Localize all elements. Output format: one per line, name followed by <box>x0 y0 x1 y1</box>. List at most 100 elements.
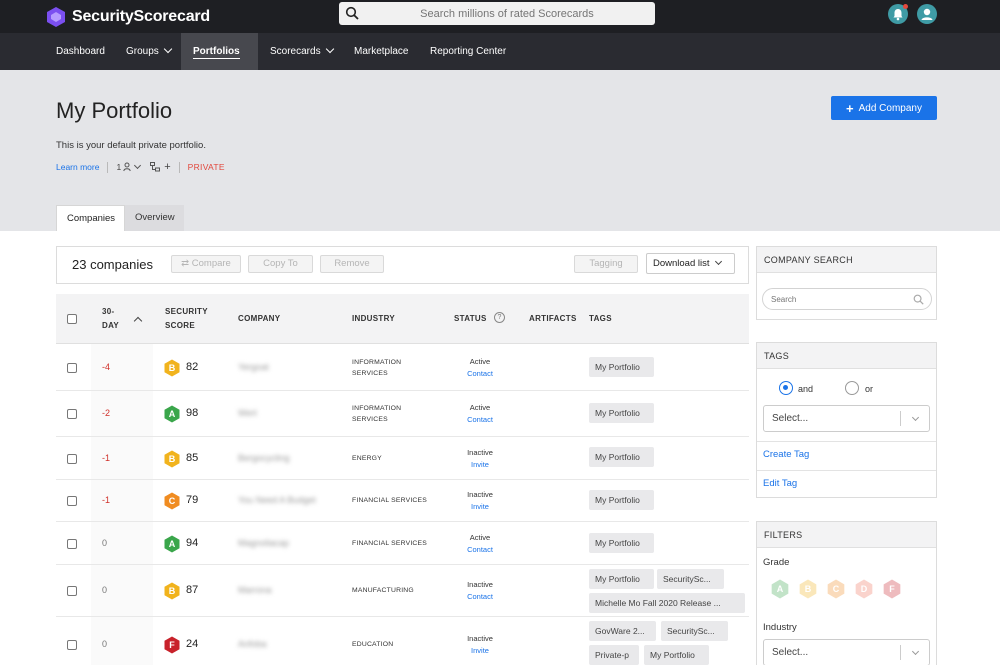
security-score: 85 <box>186 452 199 464</box>
tags-select[interactable]: Select... <box>763 405 930 432</box>
company-name-link[interactable]: You Need A Budget <box>238 495 316 505</box>
header-company[interactable]: COMPANY <box>238 314 280 323</box>
tag-chip[interactable]: My Portfolio <box>589 447 654 467</box>
grade-filter-b[interactable]: B <box>798 579 818 599</box>
sort-ascending-icon[interactable] <box>133 316 143 326</box>
nav-marketplace-label: Marketplace <box>354 46 409 57</box>
header-score-line2[interactable]: SCORE <box>165 321 195 330</box>
tagging-button[interactable]: Tagging <box>574 255 638 273</box>
notification-dot <box>903 4 908 9</box>
tag-chip[interactable]: My Portfolio <box>589 490 654 510</box>
company-search-box[interactable] <box>762 288 932 310</box>
members-dropdown[interactable]: 1 <box>116 161 142 172</box>
tag-chip[interactable]: Private-p <box>589 645 639 665</box>
table-row[interactable]: 0 A 94 Magnoliacap FINANCIAL SERVICES Active C… <box>56 522 749 565</box>
learn-more-link[interactable]: Learn more <box>56 162 99 172</box>
add-company-button[interactable]: + Add Company <box>831 96 937 120</box>
tag-chip[interactable]: Michelle Mo Fall 2020 Release ... <box>589 593 745 613</box>
company-name-link[interactable]: Bergocycling <box>238 453 290 463</box>
status-action-link[interactable]: Contact <box>454 368 506 380</box>
tag-chip[interactable]: My Portfolio <box>589 357 654 377</box>
header-day-line1[interactable]: 30- <box>102 307 114 316</box>
nav-marketplace[interactable]: Marketplace <box>342 33 420 70</box>
grade-letter: D <box>860 584 868 594</box>
notifications-button[interactable] <box>888 4 908 24</box>
chevron-down-icon <box>911 647 920 656</box>
row-checkbox[interactable] <box>67 409 77 419</box>
nav-scorecards-label: Scorecards <box>270 46 321 57</box>
company-search-input[interactable] <box>771 289 911 309</box>
user-menu-button[interactable] <box>917 4 937 24</box>
tag-chip[interactable]: My Portfolio <box>589 533 654 553</box>
row-checkbox[interactable] <box>67 640 77 650</box>
header-status[interactable]: STATUS <box>454 314 487 323</box>
nav-groups[interactable]: Groups <box>114 33 183 70</box>
brand-logo[interactable]: SecurityScorecard <box>46 6 210 28</box>
tag-chip[interactable]: SecuritySc... <box>657 569 724 589</box>
table-row[interactable]: -1 B 85 Bergocycling ENERGY Inactive Invite My … <box>56 437 749 480</box>
row-checkbox[interactable] <box>67 496 77 506</box>
tags-and-radio[interactable] <box>779 381 793 395</box>
create-tag-link[interactable]: Create Tag <box>763 449 809 460</box>
tag-chip[interactable]: GovWare 2... <box>589 621 656 641</box>
nav-portfolios[interactable]: Portfolios <box>181 33 258 91</box>
status-text: Active <box>469 403 491 412</box>
nav-reporting-center[interactable]: Reporting Center <box>418 33 518 70</box>
tags-and-label: and <box>798 384 814 394</box>
company-name-link[interactable]: Yergoat <box>238 362 269 372</box>
industry-select[interactable]: Select... <box>763 639 930 665</box>
remove-button[interactable]: Remove <box>320 255 384 273</box>
table-row[interactable]: -2 A 98 Wert INFORMATION SERVICES Active Contac… <box>56 391 749 437</box>
score-change: 0 <box>102 639 108 649</box>
nav-scorecards[interactable]: Scorecards <box>258 33 345 70</box>
grade-filter-a[interactable]: A <box>770 579 790 599</box>
company-name-link[interactable]: Marrona <box>238 585 272 595</box>
status-action-link[interactable]: Invite <box>454 501 506 513</box>
company-name-link[interactable]: Magnoliacap <box>238 538 289 548</box>
download-list-button[interactable]: Download list <box>646 253 735 274</box>
grade-badge: B <box>164 450 180 468</box>
global-search-input[interactable] <box>365 2 649 25</box>
copy-to-button[interactable]: Copy To <box>248 255 313 273</box>
tag-chip[interactable]: My Portfolio <box>644 645 709 665</box>
industry-line: MANUFACTURING <box>352 587 414 594</box>
grade-filter-d[interactable]: D <box>854 579 874 599</box>
tags-or-radio[interactable] <box>845 381 859 395</box>
status-action-link[interactable]: Contact <box>454 544 506 556</box>
tag-chip[interactable]: My Portfolio <box>589 403 654 423</box>
status-action-link[interactable]: Contact <box>454 591 506 603</box>
status-action-link[interactable]: Contact <box>454 414 506 426</box>
tag-chip[interactable]: My Portfolio <box>589 569 654 589</box>
add-to-group-button[interactable]: + <box>150 161 171 173</box>
header-industry[interactable]: INDUSTRY <box>352 314 395 323</box>
chevron-down-icon <box>714 257 722 266</box>
company-name-link[interactable]: Anfoba <box>238 639 267 649</box>
grade-filter-c[interactable]: C <box>826 579 846 599</box>
edit-tag-link[interactable]: Edit Tag <box>763 478 797 489</box>
table-row[interactable]: -4 B 82 Yergoat INFORMATION SERVICES Active Con… <box>56 344 749 391</box>
table-row[interactable]: -1 C 79 You Need A Budget FINANCIAL SERVICES… <box>56 480 749 522</box>
row-checkbox[interactable] <box>67 363 77 373</box>
row-checkbox[interactable] <box>67 454 77 464</box>
tab-companies[interactable]: Companies <box>56 205 125 231</box>
header-score-line1[interactable]: SECURITY <box>165 307 208 316</box>
tag-chip[interactable]: SecuritySc... <box>661 621 728 641</box>
nav-dashboard[interactable]: Dashboard <box>44 33 117 70</box>
global-search[interactable] <box>339 2 655 25</box>
select-all-checkbox[interactable] <box>67 314 77 324</box>
industry-line: INFORMATION <box>352 405 402 412</box>
status-action-link[interactable]: Invite <box>454 645 506 657</box>
row-checkbox[interactable] <box>67 586 77 596</box>
tab-overview[interactable]: Overview <box>125 205 184 231</box>
grade-filter-f[interactable]: F <box>882 579 902 599</box>
row-checkbox[interactable] <box>67 539 77 549</box>
table-row[interactable]: 0 B 87 Marrona MANUFACTURING Inactive Contact M… <box>56 565 749 617</box>
status-action-link[interactable]: Invite <box>454 459 506 471</box>
table-row[interactable]: 0 F 24 Anfoba EDUCATION Inactive Invite GovWare… <box>56 617 749 665</box>
grade-letter: C <box>168 496 176 506</box>
brand-name: SecurityScorecard <box>72 8 211 25</box>
header-day-line2[interactable]: DAY <box>102 321 119 330</box>
help-icon[interactable]: ? <box>494 312 505 323</box>
compare-button[interactable]: ⇄ Compare <box>171 255 241 273</box>
company-name-link[interactable]: Wert <box>238 408 257 418</box>
